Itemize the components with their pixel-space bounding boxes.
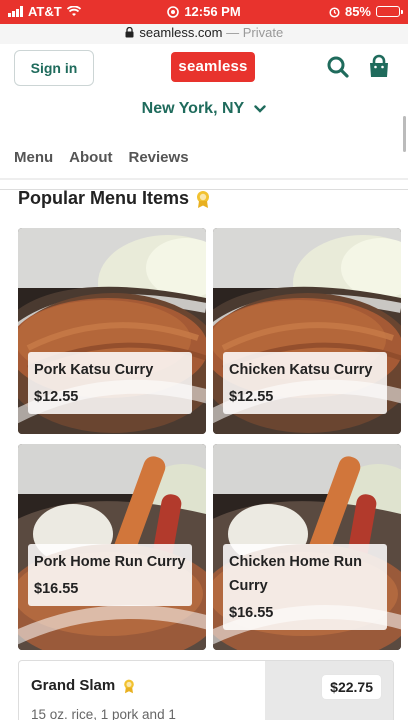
restaurant-tabs: Menu About Reviews xyxy=(14,149,189,166)
time-label: 12:56 PM xyxy=(184,4,241,19)
site-header: Sign in seamless New York, NY Menu About… xyxy=(0,44,408,190)
menu-card[interactable]: Chicken Katsu Curry $12.55 xyxy=(213,228,401,434)
award-icon xyxy=(197,190,210,208)
battery-icon xyxy=(376,6,403,17)
card-info: Pork Katsu Curry $12.55 xyxy=(28,352,192,414)
tab-menu[interactable]: Menu xyxy=(14,149,53,166)
tab-reviews[interactable]: Reviews xyxy=(129,149,189,166)
url-bar[interactable]: seamless.com — Private xyxy=(0,24,408,44)
item-name-row: Grand Slam xyxy=(31,677,137,694)
seamless-logo[interactable]: seamless xyxy=(171,52,255,82)
signin-button[interactable]: Sign in xyxy=(14,50,94,86)
search-icon[interactable] xyxy=(325,54,351,80)
award-icon xyxy=(124,679,135,693)
url-domain: seamless.com xyxy=(139,25,223,40)
item-price: $16.55 xyxy=(229,605,274,621)
tab-about[interactable]: About xyxy=(69,149,112,166)
section-divider xyxy=(0,178,408,180)
url-separator: — xyxy=(226,25,240,40)
location-selector[interactable]: New York, NY xyxy=(0,100,408,118)
status-right: 85% xyxy=(329,4,403,19)
item-price: $12.55 xyxy=(229,389,274,405)
chevron-down-icon xyxy=(254,105,267,113)
url-private-label: Private xyxy=(242,25,284,40)
alarm-icon xyxy=(329,6,340,18)
menu-card[interactable]: Chicken Home Run Curry $16.55 xyxy=(213,444,401,650)
item-price: $12.55 xyxy=(34,389,79,405)
menu-card[interactable]: Pork Katsu Curry $12.55 xyxy=(18,228,206,434)
item-price: $22.75 xyxy=(322,675,381,699)
card-info: Chicken Katsu Curry $12.55 xyxy=(223,352,387,414)
item-name: Grand Slam xyxy=(31,677,116,694)
scrollbar-thumb[interactable] xyxy=(403,116,406,152)
menu-list-item[interactable]: Grand Slam 15 oz. rice, 1 pork and 1 $22… xyxy=(18,660,394,720)
card-info: Pork Home Run Curry $16.55 xyxy=(28,544,192,606)
popular-section-title: Popular Menu Items xyxy=(18,188,213,209)
item-name: Chicken Home Run Curry xyxy=(229,554,362,594)
item-price: $16.55 xyxy=(34,581,79,597)
card-info: Chicken Home Run Curry $16.55 xyxy=(223,544,387,630)
item-name: Pork Katsu Curry xyxy=(34,362,154,378)
location-label: New York, NY xyxy=(141,100,244,117)
bag-icon[interactable] xyxy=(366,54,392,80)
lock-icon xyxy=(125,26,134,38)
item-name: Pork Home Run Curry xyxy=(34,554,186,570)
item-description: 15 oz. rice, 1 pork and 1 xyxy=(31,707,176,720)
clock-icon xyxy=(167,5,180,18)
item-name: Chicken Katsu Curry xyxy=(229,362,373,378)
status-bar: AT&T 12:56 PM 85% xyxy=(0,0,408,24)
battery-label: 85% xyxy=(344,4,371,19)
popular-title-text: Popular Menu Items xyxy=(18,188,190,208)
menu-card[interactable]: Pork Home Run Curry $16.55 xyxy=(18,444,206,650)
